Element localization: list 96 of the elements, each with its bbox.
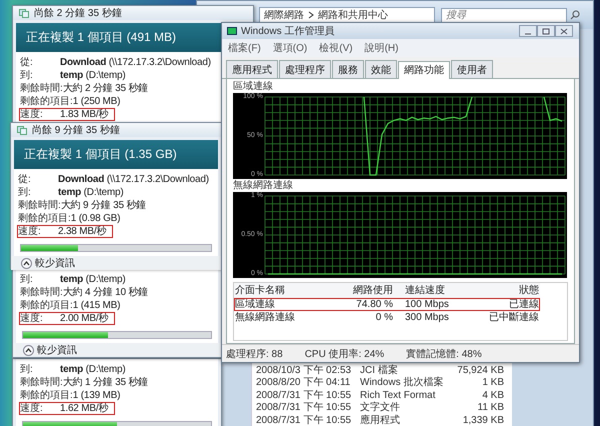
file-size: 11 KB xyxy=(476,402,504,414)
column-header[interactable]: 狀態 xyxy=(477,284,539,297)
chevron-icon xyxy=(308,11,314,19)
table-cell-text: 無線網路連線 xyxy=(235,312,296,323)
window-title: 尚餘 9 分鐘 35 秒鐘 xyxy=(32,124,120,137)
file-size: 4 KB xyxy=(481,390,504,402)
info-label: 到: xyxy=(18,187,32,198)
info-value: 1 (139 MB) xyxy=(72,390,120,401)
info-value: 大約 4 分鐘 10 秒鐘 xyxy=(62,287,148,298)
file-type: Windows 批次檔案 xyxy=(360,377,444,390)
file-size: 1 KB xyxy=(481,377,504,390)
file-date: 2008/8/20 下午 04:11 xyxy=(256,377,352,390)
table-cell-text: 已中斷連線 xyxy=(488,312,539,323)
table-cell-text: 已連線 xyxy=(508,299,539,310)
info-value: 1.62 MB/秒 xyxy=(60,403,108,414)
graph-title: 區域連線 xyxy=(233,81,274,93)
info-value: 大約 9 分鐘 35 秒鐘 xyxy=(60,200,146,211)
copy-icon xyxy=(17,126,27,134)
tab[interactable]: 網路功能 xyxy=(398,61,450,79)
maximize-button[interactable] xyxy=(537,25,555,37)
tab[interactable]: 效能 xyxy=(365,60,397,78)
info-label: 從: xyxy=(20,57,34,68)
file-date: 2008/7/31 下午 10:55 xyxy=(256,390,352,402)
monitor-icon xyxy=(227,27,237,35)
breadcrumb[interactable]: 網際網路 xyxy=(264,8,304,22)
status-text: 實體記憶體: 48% xyxy=(406,348,482,360)
tab[interactable]: 服務 xyxy=(332,60,364,78)
graph-title: 無線網路連線 xyxy=(233,180,294,192)
dialog-header: 正在複製 1 個項目 (1.35 GB) xyxy=(14,140,218,169)
tab[interactable]: 使用者 xyxy=(451,60,493,78)
file-date: 2008/7/31 下午 10:55 xyxy=(256,402,352,414)
status-text: 處理程序: 88 xyxy=(226,348,283,360)
maximize-icon xyxy=(542,28,550,34)
column-header[interactable]: 介面卡名稱 xyxy=(235,284,331,297)
info-value: temp (D:\temp) xyxy=(60,364,126,375)
info-label: 速度: xyxy=(20,109,44,120)
info-value: 1.83 MB/秒 xyxy=(60,109,108,120)
copy-icon xyxy=(19,8,29,18)
info-label: 剩餘的項目: xyxy=(18,213,71,224)
tab[interactable]: 處理程序 xyxy=(279,60,331,78)
info-label: 剩餘的項目: xyxy=(20,390,73,401)
address-bar[interactable]: 網際網路 網路和共用中心 xyxy=(259,6,435,24)
column-header[interactable]: 連結速度 xyxy=(393,284,477,297)
file-type: 文字文件 xyxy=(360,402,401,414)
status-text: CPU 使用率: 24% xyxy=(304,348,384,360)
minimize-button[interactable] xyxy=(519,25,537,37)
info-value: 1 (0.98 GB) xyxy=(70,213,120,224)
file-type: 應用程式 xyxy=(360,414,401,426)
info-label: 剩餘時間: xyxy=(20,377,63,388)
info-label: 速度: xyxy=(20,313,44,324)
window-title: Windows 工作管理員 xyxy=(241,25,336,38)
search-field[interactable]: 搜尋 xyxy=(441,8,567,22)
info-label: 剩餘時間: xyxy=(20,83,63,94)
close-icon xyxy=(560,28,568,34)
search-icon xyxy=(570,10,580,20)
menu-item[interactable]: 說明(H) xyxy=(364,41,398,55)
file-size: 75,924 KB xyxy=(456,364,504,377)
info-value: 2.38 MB/秒 xyxy=(58,226,106,237)
info-label: 剩餘的項目: xyxy=(20,300,73,311)
info-value: 1 (415 MB) xyxy=(72,300,120,311)
info-label: 速度: xyxy=(18,226,42,237)
info-label: 到: xyxy=(20,70,34,81)
info-value: temp (D:\temp) xyxy=(60,274,126,285)
info-value: temp (D:\temp) xyxy=(58,187,124,198)
info-value: Download (\\172.17.3.2\Download) xyxy=(60,57,211,68)
info-label: 剩餘時間: xyxy=(20,287,63,298)
menu-item[interactable]: 選項(O) xyxy=(272,41,308,55)
table-cell-text: 0 % xyxy=(374,312,393,323)
info-label: 到: xyxy=(20,364,34,375)
info-value: 2.00 MB/秒 xyxy=(60,313,108,324)
info-value: temp (D:\temp) xyxy=(60,70,126,81)
file-size: 1,339 KB xyxy=(462,414,504,426)
column-header[interactable]: 網路使用 xyxy=(331,284,393,297)
file-type: JCI 檔案 xyxy=(360,364,399,377)
info-value: 大約 1 分鐘 35 秒鐘 xyxy=(62,377,148,388)
info-label: 速度: xyxy=(20,403,44,414)
table-cell-text: 74.80 % xyxy=(355,299,393,310)
breadcrumb[interactable]: 網路和共用中心 xyxy=(318,8,388,22)
table-cell-text: 區域連線 xyxy=(235,299,275,310)
info-value: Download (\\172.17.3.2\Download) xyxy=(58,174,209,185)
info-value: 大約 2 分鐘 35 秒鐘 xyxy=(62,83,148,94)
window-title: 尚餘 2 分鐘 35 秒鐘 xyxy=(34,6,122,20)
menu-item[interactable]: 檔案(F) xyxy=(228,41,261,55)
table-cell-text: 100 Mbps xyxy=(404,299,450,310)
menu-item[interactable]: 檢視(V) xyxy=(319,41,353,55)
info-label: 到: xyxy=(20,274,34,285)
table-cell-text: 300 Mbps xyxy=(404,312,450,323)
file-type: Rich Text Format xyxy=(360,390,436,402)
close-button[interactable] xyxy=(555,25,573,37)
file-date: 2008/10/3 下午 02:53 xyxy=(256,364,352,377)
info-label: 從: xyxy=(18,174,32,185)
tab[interactable]: 應用程式 xyxy=(226,60,278,78)
info-label: 剩餘的項目: xyxy=(20,96,73,107)
file-date: 2008/7/31 下午 10:55 xyxy=(256,414,352,426)
info-value: 1 (250 MB) xyxy=(72,96,120,107)
info-label: 剩餘時間: xyxy=(18,200,61,211)
